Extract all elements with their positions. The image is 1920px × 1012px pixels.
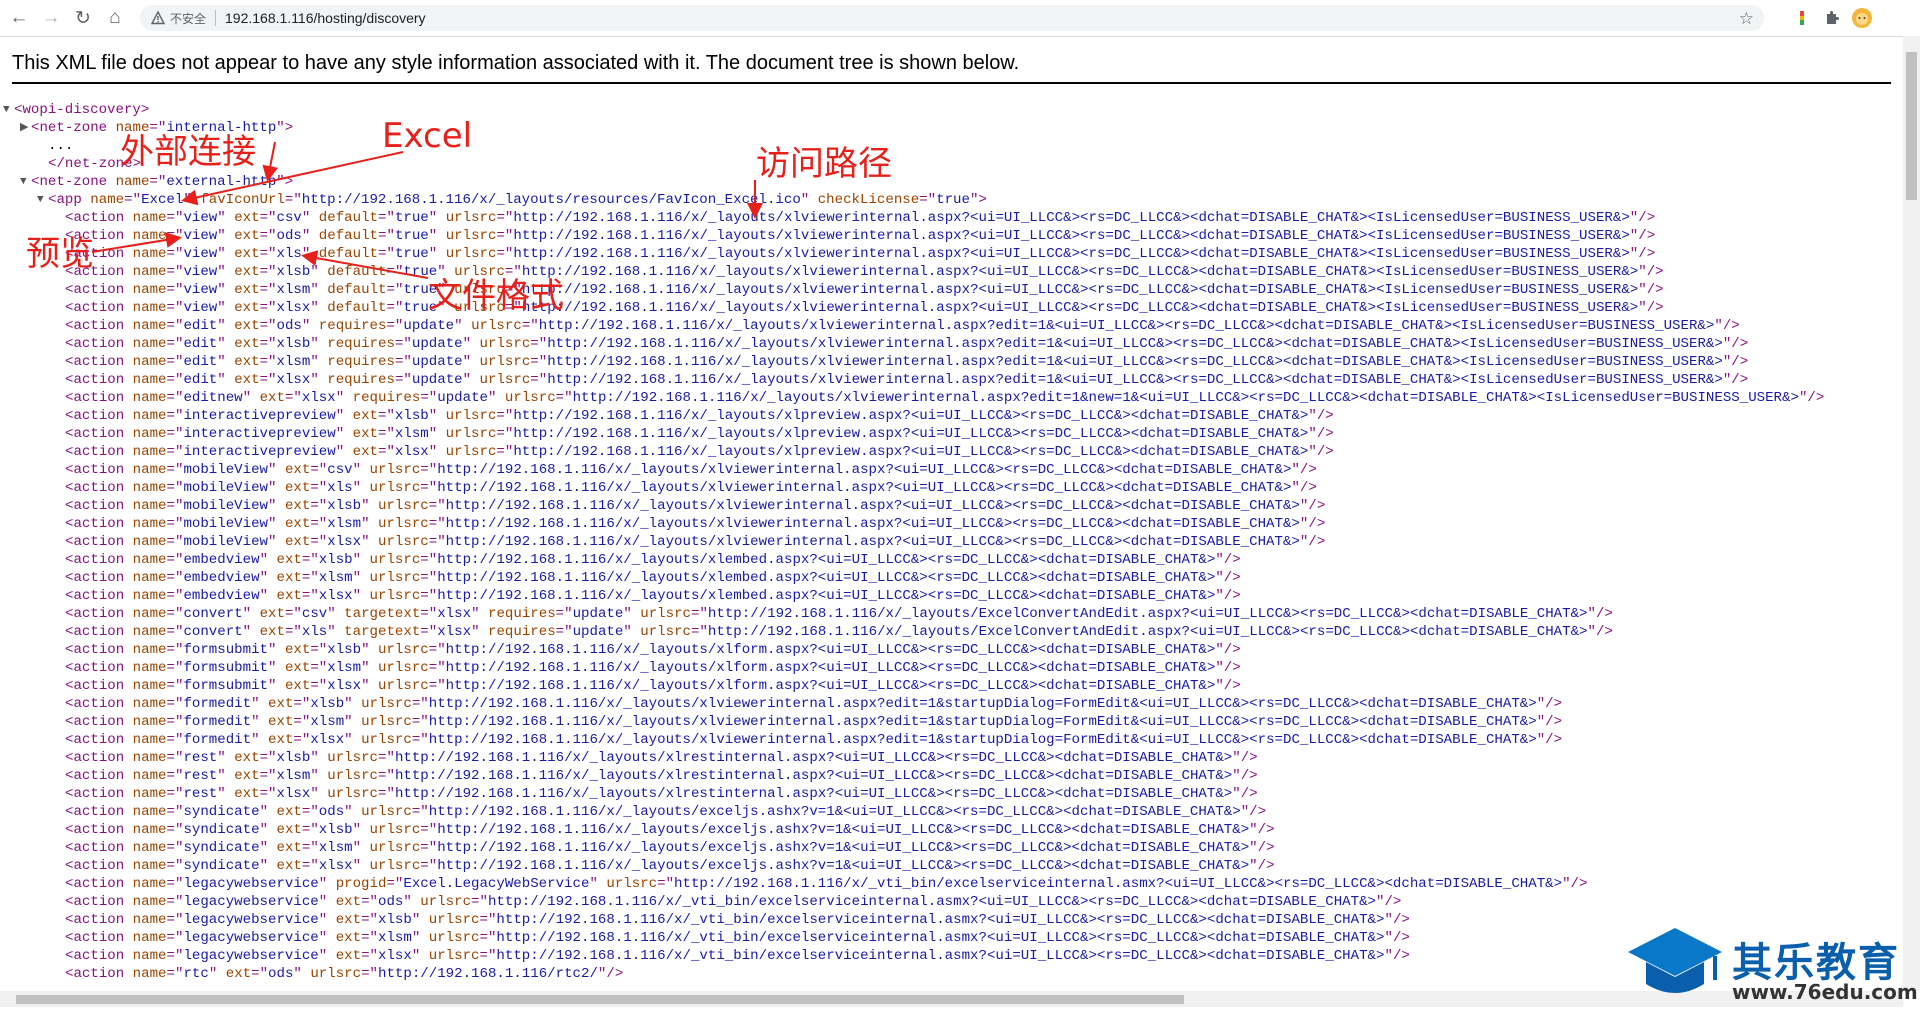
annotation-external: 外部连接 bbox=[120, 132, 256, 172]
scroll-thumb[interactable] bbox=[1906, 52, 1917, 200]
annotation-arrows bbox=[91, 141, 763, 279]
annotation-preview: 预览 bbox=[26, 234, 94, 274]
annotation-path: 访问路径 bbox=[756, 144, 892, 184]
annotation-excel: Excel bbox=[382, 116, 473, 156]
vertical-scrollbar[interactable] bbox=[1903, 36, 1920, 991]
arrow-preview bbox=[91, 232, 182, 253]
watermark-url: www.76edu.com bbox=[1732, 980, 1918, 1004]
horizontal-scrollbar[interactable] bbox=[0, 991, 1903, 1007]
scroll-thumb[interactable] bbox=[16, 995, 1184, 1004]
graduation-cap-icon bbox=[1628, 928, 1722, 993]
watermark-logo: 其乐教育 www.76edu.com bbox=[1620, 922, 1920, 1007]
arrow-format bbox=[301, 250, 429, 279]
annotation-format: 文件格式 bbox=[428, 276, 564, 316]
arrow-external bbox=[262, 141, 279, 182]
